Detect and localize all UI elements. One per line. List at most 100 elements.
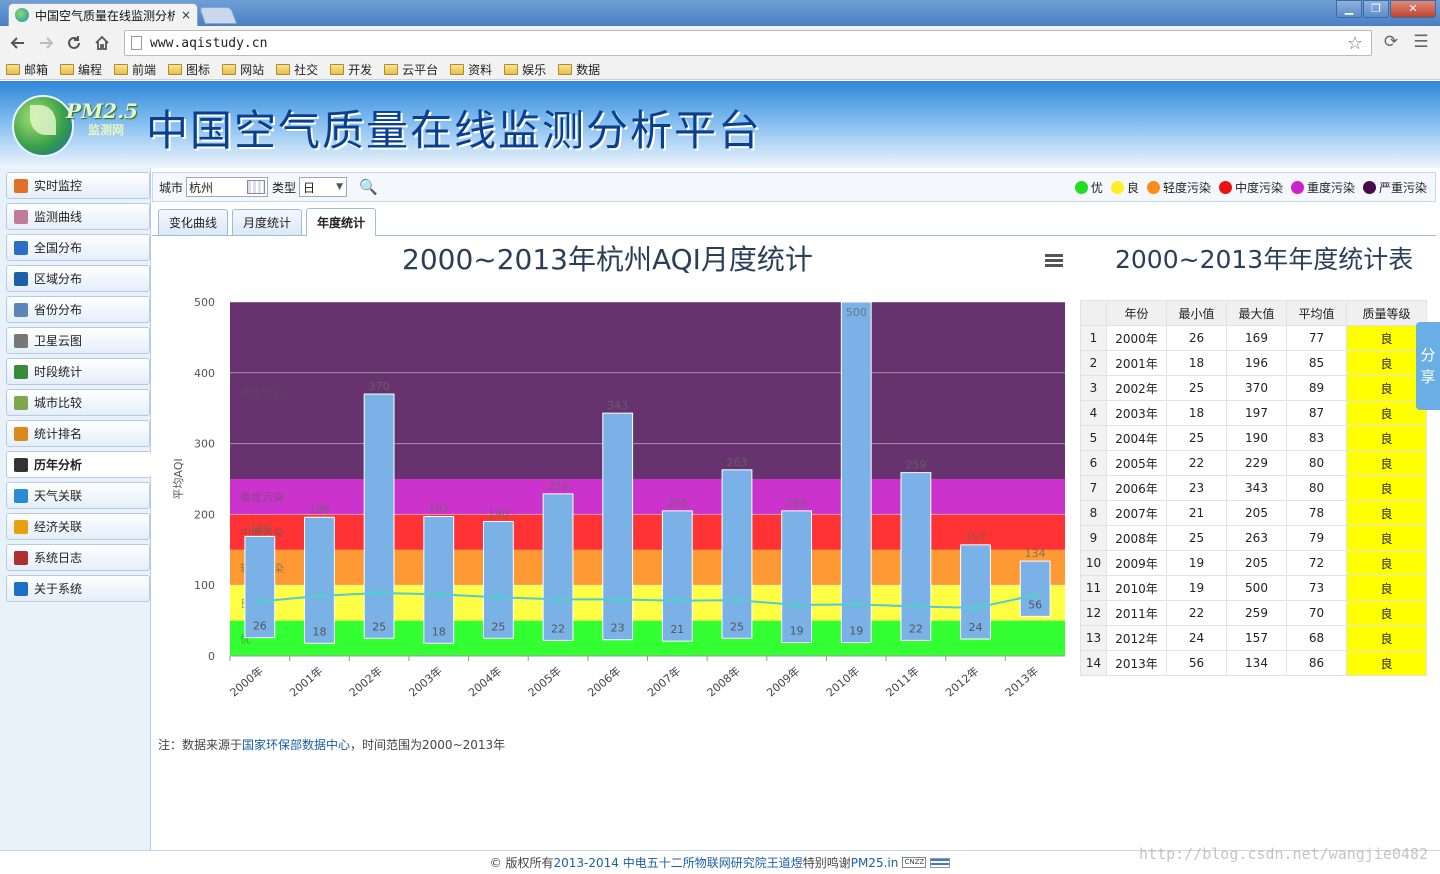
- tab-2[interactable]: 月度统计: [232, 209, 303, 235]
- bookmark-5[interactable]: 网站: [222, 61, 264, 78]
- x-tick-label: 2010年: [823, 664, 862, 700]
- average-point[interactable]: [435, 591, 442, 598]
- average-point[interactable]: [555, 596, 562, 603]
- range-bar[interactable]: [781, 510, 813, 644]
- data-source-link[interactable]: 国家环保部数据中心: [242, 738, 350, 752]
- bookmark-6[interactable]: 社交: [276, 61, 318, 78]
- average-point[interactable]: [674, 597, 681, 604]
- author-link[interactable]: 2013-2014 中电五十二所物联网研究院王道煜: [553, 854, 802, 871]
- bookmark-2[interactable]: 编程: [60, 61, 102, 78]
- new-tab-button[interactable]: [198, 7, 238, 24]
- reload-button[interactable]: [60, 29, 88, 57]
- tab-1[interactable]: 变化曲线: [158, 209, 229, 235]
- range-bar[interactable]: [363, 393, 395, 639]
- average-point[interactable]: [316, 592, 323, 599]
- table-row: 7 2006年 23 343 80 良: [1080, 475, 1427, 501]
- menu-hamburger-icon[interactable]: ☰: [1410, 31, 1432, 53]
- tab-close-icon[interactable]: ×: [181, 8, 191, 22]
- sidebar-item-city[interactable]: 城市比较: [6, 389, 150, 416]
- max-value-label: 205: [667, 497, 688, 510]
- sidebar-item-monitor[interactable]: 实时监控: [6, 172, 150, 199]
- sidebar-item-info[interactable]: 关于系统: [6, 575, 150, 602]
- logo-text: PM2.5: [66, 99, 138, 123]
- search-icon[interactable]: 🔍: [359, 178, 378, 196]
- average-point[interactable]: [256, 598, 263, 605]
- curve-icon: [14, 209, 28, 224]
- sidebar-item-history[interactable]: 历年分析: [6, 451, 151, 478]
- max-value-label: 370: [369, 380, 390, 393]
- close-window-button[interactable]: ✕: [1390, 0, 1436, 18]
- filter-bar: 城市 杭州 类型 日 ▼ 🔍 优 良 轻度污染 中度污染 重度污染 严重污染: [152, 172, 1436, 202]
- sidebar-item-curve[interactable]: 监测曲线: [6, 203, 150, 230]
- city-picker-icon[interactable]: [247, 180, 266, 194]
- back-button[interactable]: [4, 29, 32, 57]
- table-cell: 77: [1286, 325, 1347, 351]
- min-value-label: 19: [849, 625, 863, 638]
- browser-tab[interactable]: 中国空气质量在线监测分析 ×: [8, 3, 198, 26]
- band-5: [230, 479, 1065, 515]
- sidebar-item-satellite[interactable]: 卫星云图: [6, 327, 150, 354]
- average-point[interactable]: [614, 596, 621, 603]
- table-cell: 11: [1080, 575, 1107, 601]
- average-point[interactable]: [912, 603, 919, 610]
- min-value-label: 22: [909, 622, 923, 635]
- sidebar-item-clock[interactable]: 时段统计: [6, 358, 150, 385]
- sidebar-item-rank[interactable]: 统计排名: [6, 420, 150, 447]
- range-bar[interactable]: [900, 472, 932, 641]
- average-point[interactable]: [853, 601, 860, 608]
- sidebar-item-map[interactable]: 全国分布: [6, 234, 150, 261]
- bookmark-star-icon[interactable]: ☆: [1347, 33, 1363, 54]
- range-bar[interactable]: [542, 493, 574, 641]
- table-cell: 80: [1286, 475, 1347, 501]
- chart-menu-icon[interactable]: [1045, 254, 1063, 268]
- forward-button[interactable]: [32, 29, 60, 57]
- tab-3[interactable]: 年度统计: [306, 208, 377, 236]
- home-button[interactable]: [88, 29, 116, 57]
- sidebar-item-log[interactable]: 系统日志: [6, 544, 150, 571]
- folder-icon: [330, 64, 345, 75]
- sidebar-item-region[interactable]: 区域分布: [6, 265, 150, 292]
- pm25-link[interactable]: PM25.in: [851, 856, 899, 870]
- range-bar[interactable]: [840, 301, 872, 644]
- average-point[interactable]: [376, 589, 383, 596]
- average-point[interactable]: [495, 594, 502, 601]
- average-point[interactable]: [793, 602, 800, 609]
- table-cell: 73: [1286, 575, 1347, 601]
- share-button[interactable]: 分 享: [1416, 322, 1440, 410]
- data-source-note: 注：数据来源于国家环保部数据中心，时间范围为2000~2013年: [158, 736, 505, 753]
- table-cell: 370: [1226, 375, 1287, 401]
- range-bar[interactable]: [602, 412, 634, 641]
- range-bar[interactable]: [721, 469, 753, 639]
- range-bar[interactable]: [661, 510, 693, 642]
- sidebar-item-province[interactable]: 省份分布: [6, 296, 150, 323]
- average-point[interactable]: [972, 604, 979, 611]
- bookmark-9[interactable]: 资料: [450, 61, 492, 78]
- minimize-button[interactable]: ▁: [1336, 0, 1362, 18]
- table-cell: 343: [1226, 475, 1287, 501]
- sidebar-item-weather[interactable]: 天气关联: [6, 482, 150, 509]
- table-cell: 2007年: [1106, 500, 1167, 526]
- bookmark-3[interactable]: 前端: [114, 61, 156, 78]
- bookmark-11[interactable]: 数据: [558, 61, 600, 78]
- restore-button[interactable]: ❐: [1363, 0, 1389, 18]
- average-point[interactable]: [1032, 592, 1039, 599]
- bookmark-4[interactable]: 图标: [168, 61, 210, 78]
- sidebar-item-coin[interactable]: 经济关联: [6, 513, 150, 540]
- y-tick-label: 0: [208, 650, 215, 663]
- bookmark-10[interactable]: 娱乐: [504, 61, 546, 78]
- folder-icon: [558, 64, 573, 75]
- extension-icon[interactable]: ⟳: [1380, 31, 1402, 53]
- bookmark-7[interactable]: 开发: [330, 61, 372, 78]
- bookmark-8[interactable]: 云平台: [384, 61, 438, 78]
- table-cell: 1: [1080, 325, 1107, 351]
- table-row: 10 2009年 19 205 72 良: [1080, 550, 1427, 576]
- range-bar[interactable]: [423, 516, 455, 644]
- cnzz-badge[interactable]: CNZZ: [902, 857, 927, 868]
- sidebar-item-label: 监测曲线: [34, 210, 83, 224]
- average-point[interactable]: [733, 597, 740, 604]
- type-select[interactable]: 日 ▼: [299, 177, 348, 197]
- bookmark-1[interactable]: 邮箱: [6, 61, 48, 78]
- address-bar[interactable]: www.aqistudy.cn ☆: [124, 30, 1372, 56]
- city-input[interactable]: 杭州: [186, 177, 269, 197]
- flag-icon: [930, 857, 951, 868]
